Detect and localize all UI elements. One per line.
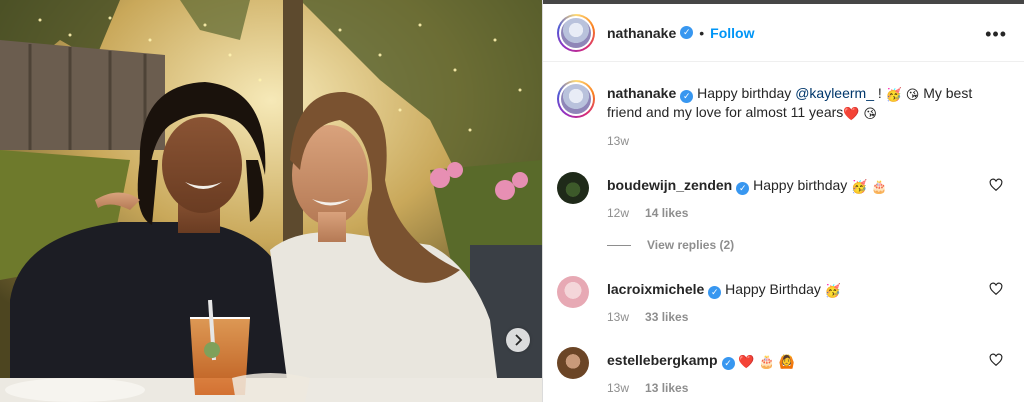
more-options-icon[interactable]: ••• bbox=[985, 24, 1007, 45]
comment-time[interactable]: 12w bbox=[607, 206, 629, 220]
separator-dot: • bbox=[699, 24, 705, 41]
verified-badge-icon: ✓ bbox=[708, 286, 722, 299]
caption-text-after: ! bbox=[874, 85, 886, 101]
caption-time[interactable]: 13w bbox=[607, 134, 629, 148]
birthday-cake-emoji-icon: 🎂 bbox=[871, 179, 888, 194]
caption-avatar[interactable] bbox=[557, 80, 595, 118]
comment-text: boudewijn_zenden ✓ Happy birthday 🥳 🎂 bbox=[607, 176, 977, 195]
comment-meta: 13w 33 likes bbox=[607, 310, 688, 324]
caption-mention[interactable]: @kayleerm_ bbox=[795, 85, 874, 101]
follow-button[interactable]: Follow bbox=[710, 25, 754, 41]
comment-likes[interactable]: 14 likes bbox=[645, 206, 688, 220]
birthday-cake-emoji-icon: 🎂 bbox=[758, 354, 775, 369]
photo-scene bbox=[0, 0, 542, 402]
post-side-panel: nathanake ✓ • Follow ••• nathanake ✓ Happ… bbox=[542, 0, 1024, 402]
heart-outline-icon[interactable] bbox=[989, 178, 1003, 192]
caption-text: nathanake ✓ Happy birthday @kayleerm_ ! 🥳… bbox=[607, 84, 1002, 121]
verified-badge-icon: ✓ bbox=[721, 357, 735, 370]
comment-likes[interactable]: 13 likes bbox=[645, 381, 688, 395]
comment-username[interactable]: boudewijn_zenden bbox=[607, 177, 732, 193]
comment-text: lacroixmichele ✓ Happy Birthday 🥳 bbox=[607, 280, 977, 299]
author-avatar[interactable] bbox=[557, 13, 595, 52]
replies-divider-line bbox=[607, 244, 631, 246]
comment-message: Happy Birthday bbox=[725, 281, 821, 297]
verified-badge-icon: ✓ bbox=[680, 26, 694, 39]
author-username[interactable]: nathanake bbox=[607, 25, 676, 41]
comment-meta: 13w 13 likes bbox=[607, 381, 688, 395]
chevron-right-icon bbox=[515, 334, 523, 346]
post-photo bbox=[0, 0, 542, 402]
comment-likes[interactable]: 33 likes bbox=[645, 310, 688, 324]
commenter-avatar[interactable] bbox=[557, 347, 589, 379]
caption-username[interactable]: nathanake bbox=[607, 85, 676, 101]
post-header: nathanake ✓ • Follow ••• bbox=[543, 4, 1024, 62]
party-face-emoji-icon: 🥳 bbox=[851, 179, 868, 194]
comment-text: estellebergkamp ✓ ❤️ 🎂 🙆 bbox=[607, 351, 977, 370]
comment-username[interactable]: lacroixmichele bbox=[607, 281, 704, 297]
comment-time[interactable]: 13w bbox=[607, 310, 629, 324]
red-heart-emoji-icon: ❤️ bbox=[738, 354, 755, 369]
comment-meta: 12w 14 likes bbox=[607, 206, 688, 220]
view-replies-button[interactable]: View replies (2) bbox=[607, 238, 734, 252]
view-replies-label: View replies (2) bbox=[647, 238, 735, 252]
party-face-emoji-icon: 🥳 bbox=[824, 283, 841, 298]
comment-time[interactable]: 13w bbox=[607, 381, 629, 395]
kissing-face-emoji-icon: 😘 bbox=[905, 87, 920, 102]
commenter-avatar[interactable] bbox=[557, 172, 589, 204]
comment-username[interactable]: estellebergkamp bbox=[607, 352, 718, 368]
verified-badge-icon: ✓ bbox=[680, 90, 694, 103]
commenter-avatar[interactable] bbox=[557, 276, 589, 308]
red-heart-emoji-icon: ❤️ bbox=[843, 106, 860, 121]
kissing-face-emoji-icon: 😘 bbox=[863, 106, 877, 121]
comment-message: Happy birthday bbox=[753, 177, 848, 193]
heart-outline-icon[interactable] bbox=[989, 353, 1003, 367]
woman-emoji-icon: 🙆 bbox=[778, 354, 795, 369]
party-face-emoji-icon: 🥳 bbox=[885, 87, 902, 102]
caption-text-before: Happy birthday bbox=[697, 85, 796, 101]
heart-outline-icon[interactable] bbox=[989, 282, 1003, 296]
verified-badge-icon: ✓ bbox=[736, 182, 750, 195]
next-photo-button[interactable] bbox=[506, 328, 530, 352]
